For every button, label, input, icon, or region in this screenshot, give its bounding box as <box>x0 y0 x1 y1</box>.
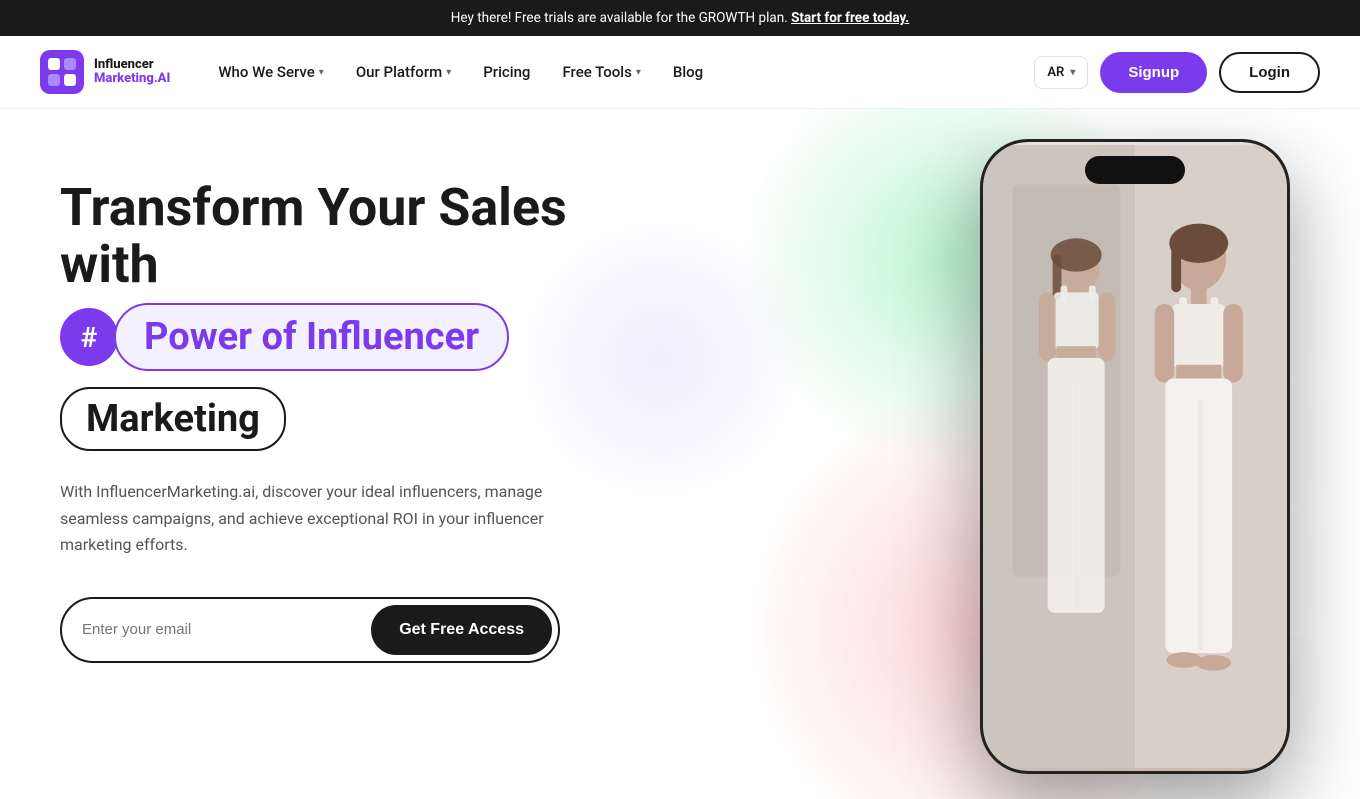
email-input[interactable] <box>82 613 371 646</box>
lang-label: AR <box>1047 65 1064 80</box>
phone-screen <box>983 142 1287 771</box>
login-button[interactable]: Login <box>1219 52 1320 93</box>
phone-notch <box>1085 156 1185 184</box>
hero-description: With InfluencerMarketing.ai, discover yo… <box>60 479 580 558</box>
marketing-line: Marketing <box>60 379 620 479</box>
power-of-influencer-badge: Power of Influencer <box>114 303 509 371</box>
hero-title-main: Transform Your Sales with <box>60 179 620 293</box>
hero-section: Transform Your Sales with # Power of Inf… <box>0 109 1360 799</box>
language-selector[interactable]: AR ▾ <box>1034 56 1088 89</box>
navbar: Influencer Marketing.AI Who We Serve ▾ O… <box>0 36 1360 109</box>
nav-links: Who We Serve ▾ Our Platform ▾ Pricing Fr… <box>206 55 715 89</box>
chevron-down-icon: ▾ <box>636 67 641 78</box>
marketing-badge: Marketing <box>60 387 286 451</box>
nav-item-free-tools[interactable]: Free Tools ▾ <box>550 55 652 89</box>
nav-item-our-platform[interactable]: Our Platform ▾ <box>344 55 463 89</box>
logo-text: Influencer Marketing.AI <box>94 58 170 87</box>
chevron-down-icon: ▾ <box>1070 67 1075 78</box>
logo[interactable]: Influencer Marketing.AI <box>40 50 170 94</box>
phone-mockup <box>980 139 1300 779</box>
phone-person-svg <box>983 142 1287 771</box>
email-cta-container: Get Free Access <box>60 597 560 663</box>
chevron-down-icon: ▾ <box>319 67 324 78</box>
hero-content: Transform Your Sales with # Power of Inf… <box>0 109 620 663</box>
logo-icon <box>40 50 84 94</box>
hash-badge: # <box>60 308 118 366</box>
hero-title-tagged: # Power of Influencer <box>60 303 620 371</box>
nav-item-who-we-serve[interactable]: Who We Serve ▾ <box>206 55 335 89</box>
signup-button[interactable]: Signup <box>1100 52 1207 93</box>
nav-item-pricing[interactable]: Pricing <box>471 55 542 89</box>
announcement-text: Hey there! Free trials are available for… <box>451 10 791 26</box>
chevron-down-icon: ▾ <box>446 67 451 78</box>
get-free-access-button[interactable]: Get Free Access <box>371 605 552 655</box>
announcement-bar: Hey there! Free trials are available for… <box>0 0 1360 36</box>
nav-item-blog[interactable]: Blog <box>661 55 715 89</box>
navbar-right: AR ▾ Signup Login <box>1034 52 1320 93</box>
navbar-left: Influencer Marketing.AI Who We Serve ▾ O… <box>40 50 715 94</box>
phone-frame <box>980 139 1290 774</box>
announcement-link[interactable]: Start for free today. <box>791 10 909 26</box>
